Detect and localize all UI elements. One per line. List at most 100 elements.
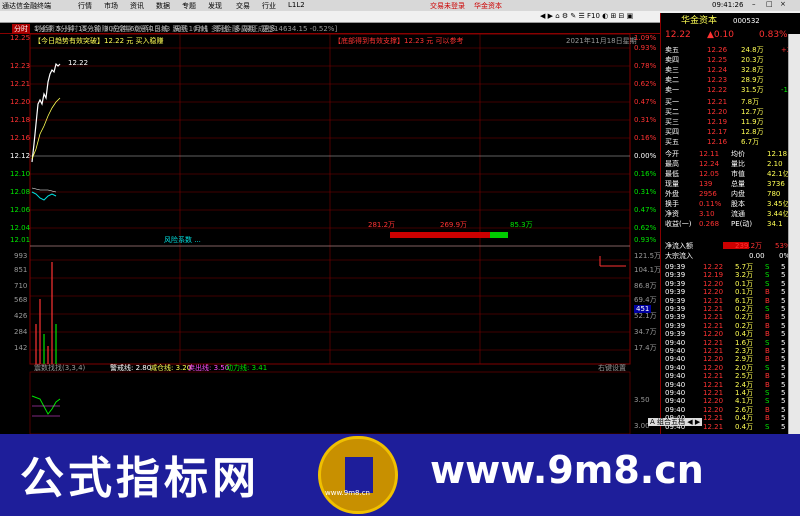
tick-side: S: [765, 389, 770, 397]
tick-row: 09:39 12.20 0.1万 S 5: [663, 280, 799, 288]
close-icon[interactable]: ×: [780, 0, 786, 8]
window-stock-title: 华金资本: [474, 2, 502, 10]
fund-label-mid: 269.9万: [440, 221, 468, 229]
vol-tick: 104.1万: [634, 266, 662, 274]
maximize-icon[interactable]: □: [766, 0, 773, 8]
stat-row: 换手 0.11% 股本 3.45亿: [663, 199, 799, 209]
sell-row[interactable]: 卖二 12.23 28.9万: [663, 75, 799, 85]
tick-vol: 0.2万: [735, 321, 754, 330]
stat-label: 均价: [731, 150, 745, 158]
banner-right-text: www.9m8.cn: [430, 448, 704, 492]
minimize-icon[interactable]: –: [752, 0, 756, 8]
pct-tick: 0.47%: [634, 206, 657, 214]
tick-price: 12.21: [703, 389, 724, 397]
tick-row: 09:39 12.21 6.1万 B 5: [663, 297, 799, 305]
chart-date: 2021年11月18日星期: [566, 37, 637, 45]
vol-tick: 710: [14, 282, 28, 290]
sell-vol: 32.8万: [741, 66, 764, 74]
sell-row[interactable]: 卖一 12.22 31.5万 -139: [663, 85, 799, 95]
buy-row[interactable]: 买三 12.19 11.9万: [663, 117, 799, 127]
sell-label: 卖三: [665, 66, 679, 74]
chart-area[interactable]: 华金资本 分时 买入稳赚 成交量 涨停 13.33 跌停 10.91 多元金融 …: [0, 25, 662, 434]
vol-marker: 451: [634, 305, 652, 313]
tick-price: 12.20: [703, 355, 724, 364]
tick-vol: 0.2万: [735, 313, 754, 322]
menu-l1l2[interactable]: L1L2: [288, 1, 305, 9]
sell-row[interactable]: 卖三 12.24 32.8万: [663, 65, 799, 75]
price-tick: 12.10: [10, 170, 31, 178]
title-bar: 通达信金融终端 行情 市场 资讯 数据 专题 发现 交易 行业 L1L2 交易未…: [0, 0, 800, 11]
stat-row: 现量 139 总量 3736: [663, 179, 799, 189]
tick-vol: 5.7万: [735, 263, 754, 271]
pct-tick: 0.31%: [634, 188, 657, 196]
menu-topic[interactable]: 专题: [182, 1, 196, 11]
sell-vol: 28.9万: [741, 76, 764, 84]
stat-value: 3.10: [699, 210, 715, 218]
tick-row: 09:39 12.21 0.2万 S 5: [663, 305, 799, 313]
stat-label: 最高: [665, 160, 679, 168]
price-tick: 12.18: [10, 116, 31, 124]
netflow-value: 239.2万: [735, 242, 763, 250]
tick-vol: 4.1万: [735, 397, 754, 406]
chart-header: 华金资本 分时 买入稳赚 成交量 涨停 13.33 跌停 10.91 多元金融 …: [34, 25, 338, 33]
netflow-label: 净流入额: [665, 242, 693, 250]
tick-side: B: [765, 330, 770, 339]
buy-row[interactable]: 买二 12.20 12.7万: [663, 107, 799, 117]
price-tick: 12.04: [10, 224, 31, 232]
right-click-settings[interactable]: 右键设置: [598, 364, 626, 372]
price-tick: 12.21: [10, 80, 31, 88]
login-status[interactable]: 交易未登录: [430, 1, 465, 11]
stat-label: 内盘: [731, 190, 745, 198]
menu-data[interactable]: 数据: [156, 1, 170, 11]
tick-row: 09:40 12.20 2.9万 B 5: [663, 355, 799, 363]
pct-tick: 0.16%: [634, 170, 657, 178]
tick-vol: 1.4万: [735, 389, 754, 397]
tick-vol: 2.3万: [735, 347, 754, 355]
pct-tick: 0.62%: [634, 80, 657, 88]
pct-tick: 0.93%: [634, 236, 657, 244]
sub-axis-top: 3.50: [634, 396, 650, 404]
pct-tick: 0.78%: [634, 62, 657, 70]
menu-discover[interactable]: 发现: [208, 1, 222, 11]
tick-time: 09:39: [665, 279, 686, 288]
bigflow-row: 大宗流入 0.00 0%: [663, 251, 799, 261]
bottom-tab[interactable]: A 组合五档 ◀ ▶: [648, 418, 703, 426]
menu-industry[interactable]: 行业: [262, 1, 276, 11]
tab-timeshare[interactable]: 分时: [12, 24, 30, 34]
tip-left: 【今日趋势有效突破】12.22 元 买入稳赚: [34, 37, 164, 45]
chart-svg: [29, 34, 631, 434]
pct-tick: 1.09%: [634, 34, 657, 42]
buy-row[interactable]: 买四 12.17 12.8万: [663, 127, 799, 137]
buy-row[interactable]: 买五 12.16 6.7万: [663, 137, 799, 147]
menu-news[interactable]: 资讯: [130, 1, 144, 11]
quote-header: 华金资本 000532: [663, 16, 799, 28]
vol-tick: 426: [14, 312, 28, 320]
tick-price: 12.20: [703, 397, 724, 406]
tick-vol: 0.4万: [735, 330, 754, 339]
pct-tick: 0.16%: [634, 134, 657, 142]
tick-count: 5: [781, 321, 786, 330]
side-toolbar[interactable]: [788, 34, 800, 434]
tool-icons[interactable]: ◀ ▶ ⌂ ⚙ ✎ ☰ F10 ◐ ⊞ ⊟ ▣: [540, 12, 633, 20]
sub-indicator-name: 震数找找(3,3,4): [34, 364, 86, 372]
sell-vol: 24.8万: [741, 46, 764, 54]
watermark-banner: 公式指标网 www.9m8.cn www.9m8.cn: [0, 434, 800, 516]
tick-time: 09:39: [665, 288, 686, 297]
pct-tick: 0.47%: [634, 98, 657, 106]
tick-count: 5: [781, 288, 786, 297]
tick-count: 5: [781, 296, 786, 305]
tick-price: 12.21: [703, 422, 724, 431]
buy-row[interactable]: 买一 12.21 7.8万: [663, 97, 799, 107]
sell-row[interactable]: 卖五 12.26 24.8万 +28: [663, 45, 799, 55]
tick-price: 12.21: [703, 313, 724, 322]
price-tick: 12.16: [10, 134, 31, 142]
sell-row[interactable]: 卖四 12.25 20.3万: [663, 55, 799, 65]
menu-quote[interactable]: 行情: [78, 1, 92, 11]
quote-price-row: 12.22 ▲0.10 0.83%: [663, 30, 799, 42]
menu-trade[interactable]: 交易: [236, 1, 250, 11]
pct-tick: 0.93%: [634, 44, 657, 52]
tick-time: 09:40: [665, 372, 686, 381]
tick-count: 5: [781, 330, 786, 339]
sub-buy: 减仓线: 3.20: [150, 364, 192, 372]
menu-market[interactable]: 市场: [104, 1, 118, 11]
